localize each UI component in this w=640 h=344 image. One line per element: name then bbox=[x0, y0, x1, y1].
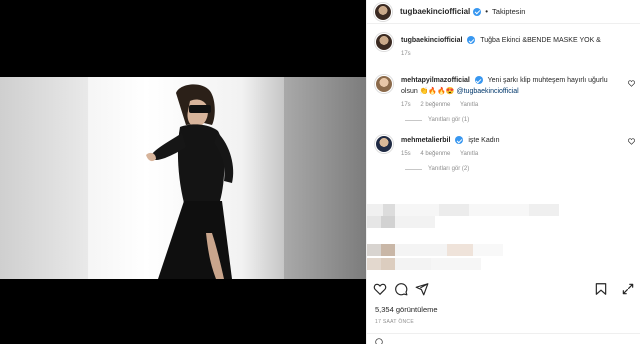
media-area[interactable] bbox=[0, 0, 366, 344]
avatar[interactable] bbox=[374, 2, 392, 21]
comment-item: mehtapyilmazofficial Yeni şarkı klip muh… bbox=[367, 72, 640, 108]
post-actions bbox=[373, 282, 635, 296]
video-frame[interactable] bbox=[0, 77, 366, 279]
comment-text: işte Kadın bbox=[468, 137, 500, 144]
view-replies-label: Yanıtları gör (1) bbox=[428, 117, 470, 123]
verified-badge-icon bbox=[467, 36, 476, 45]
comment-item: mehmetalierbil işte Kadın 15s 4 beğenme … bbox=[367, 132, 640, 157]
view-replies-label: Yanıtları gör (2) bbox=[428, 166, 470, 172]
comment-icon[interactable] bbox=[394, 282, 408, 296]
reply-button[interactable]: Yanıtla bbox=[460, 102, 478, 108]
post-timestamp: 17 SAAT ÖNCE bbox=[375, 319, 414, 325]
view-replies-button[interactable]: Yanıtları gör (2) bbox=[367, 166, 640, 172]
avatar[interactable] bbox=[375, 135, 393, 153]
divider bbox=[367, 333, 640, 334]
blurred-comment bbox=[367, 216, 435, 228]
username[interactable]: tugbaekinciofficial bbox=[400, 7, 470, 16]
blurred-comment bbox=[367, 204, 559, 216]
verified-badge-icon bbox=[455, 136, 464, 145]
avatar[interactable] bbox=[375, 75, 393, 93]
caption-time: 17s bbox=[401, 51, 411, 57]
reply-button[interactable]: Yanıtla bbox=[460, 151, 478, 157]
heart-icon[interactable] bbox=[628, 80, 635, 87]
save-icon[interactable] bbox=[594, 282, 608, 296]
comment-time: 17s bbox=[401, 102, 411, 108]
blurred-comment bbox=[367, 244, 503, 256]
comment-meta: 17s 2 beğenme Yanıtla bbox=[401, 102, 621, 108]
comment-mention[interactable]: @tugbaekinciofficial bbox=[457, 88, 519, 95]
caption: tugbaekinciofficial Tuğba Ekinci &BENDE … bbox=[367, 30, 640, 66]
comment-meta: 15s 4 beğenme Yanıtla bbox=[401, 151, 621, 157]
right-actions bbox=[594, 282, 635, 296]
post-header: tugbaekinciofficial • Takiptesin bbox=[367, 0, 640, 24]
heart-icon[interactable] bbox=[628, 138, 635, 145]
divider bbox=[405, 119, 422, 121]
post-panel: tugbaekinciofficial • Takiptesin tugbaek… bbox=[366, 0, 640, 344]
following-button[interactable]: Takiptesin bbox=[492, 7, 525, 16]
add-comment-area[interactable] bbox=[375, 338, 383, 344]
view-replies-button[interactable]: Yanıtları gör (1) bbox=[367, 117, 640, 123]
comment-likes[interactable]: 2 beğenme bbox=[420, 102, 450, 108]
verified-badge-icon bbox=[473, 7, 482, 16]
verified-badge-icon bbox=[474, 76, 483, 85]
blurred-comment bbox=[367, 258, 481, 270]
comment-username[interactable]: mehmetalierbil bbox=[401, 137, 450, 144]
heart-icon[interactable] bbox=[373, 282, 387, 296]
share-icon[interactable] bbox=[415, 282, 429, 296]
backdrop-left bbox=[0, 77, 88, 279]
separator: • bbox=[485, 7, 489, 16]
comment-time: 15s bbox=[401, 151, 411, 157]
comment-likes[interactable]: 4 beğenme bbox=[420, 151, 450, 157]
caption-meta: 17s bbox=[401, 51, 621, 57]
divider bbox=[405, 168, 422, 170]
caption-text: Tuğba Ekinci &BENDE MASKE YOK & bbox=[480, 37, 601, 44]
dancer-figure bbox=[146, 84, 234, 279]
view-count[interactable]: 5,354 görüntüleme bbox=[375, 305, 438, 314]
expand-icon[interactable] bbox=[621, 282, 635, 296]
backdrop-right bbox=[284, 77, 366, 279]
avatar[interactable] bbox=[375, 33, 393, 51]
comments-list: tugbaekinciofficial Tuğba Ekinci &BENDE … bbox=[367, 30, 640, 172]
comment-username[interactable]: mehtapyilmazofficial bbox=[401, 77, 470, 84]
caption-username[interactable]: tugbaekinciofficial bbox=[401, 37, 462, 44]
emoji-icon[interactable] bbox=[375, 338, 383, 344]
